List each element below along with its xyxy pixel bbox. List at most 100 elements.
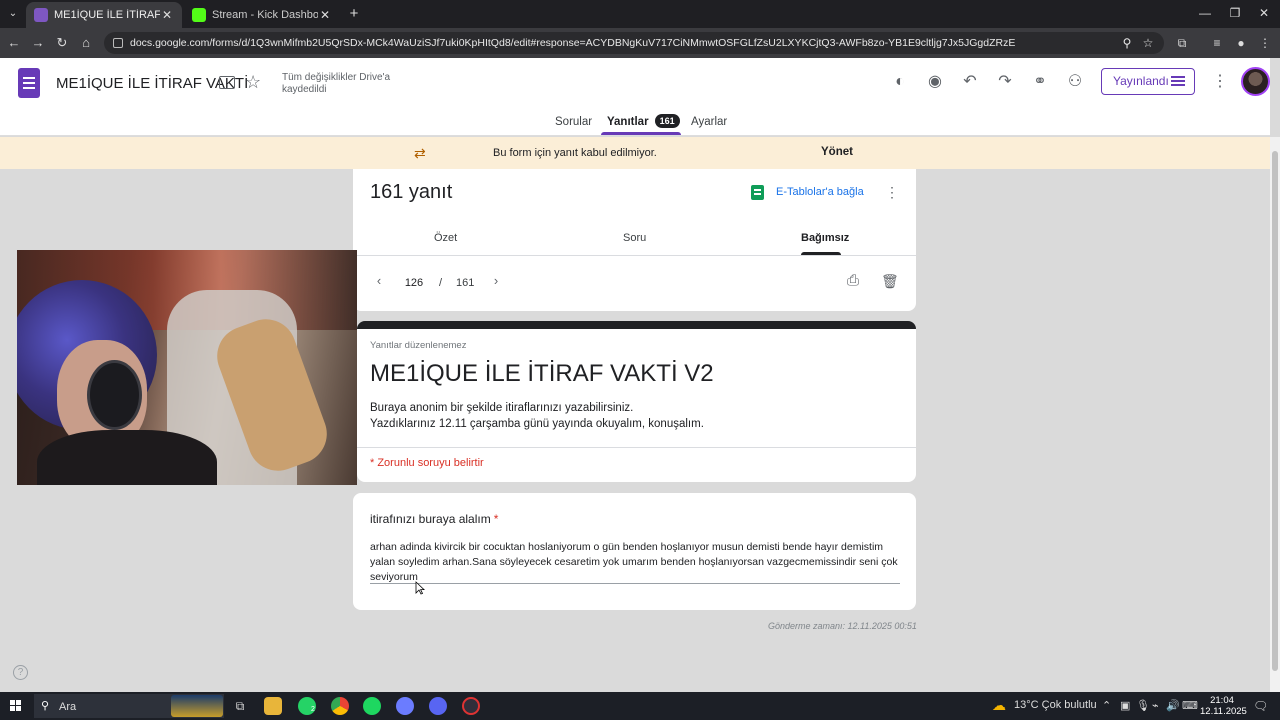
browser-tab-forms[interactable]: ME1İQUE İLE İTİRAF VAKTİ - Go ✕ <box>26 2 182 28</box>
star-icon[interactable]: ☆ <box>245 72 261 93</box>
streamer-body <box>37 430 217 485</box>
published-label: Yayınlandı <box>1113 74 1169 88</box>
published-button[interactable]: Yayınlandı <box>1101 68 1195 95</box>
responses-more-icon[interactable]: ⋮ <box>884 184 900 201</box>
keyboard-icon[interactable]: ⌨ <box>1182 699 1198 712</box>
question-card: itirafınızı buraya alalım * arhan adinda … <box>353 493 916 610</box>
minimize-icon[interactable]: — <box>1196 6 1214 20</box>
spotify-icon[interactable] <box>363 697 381 715</box>
weather-text[interactable]: 13°C Çok bulutlu <box>1014 699 1097 711</box>
more-options-icon[interactable]: ⋮ <box>1212 72 1228 92</box>
not-accepting-banner: ⇄ Bu form için yanıt kabul edilmiyor. Yö… <box>0 137 1270 169</box>
chrome-icon[interactable] <box>331 697 349 715</box>
webcam-overlay <box>17 250 357 485</box>
microphone-icon[interactable]: 🎙 <box>1136 699 1150 712</box>
file-explorer-icon[interactable] <box>264 697 282 715</box>
active-tab-indicator <box>601 132 681 135</box>
new-tab-icon[interactable]: + <box>346 6 362 22</box>
windows-taskbar: ⚲ Ara ⧉ 2 ☁ 13°C Çok bulutlu ⌃ ▣ 🎙 ⌁ 🔊 ⌨… <box>0 692 1280 720</box>
reload-icon[interactable]: ↻ <box>54 35 70 51</box>
obs-icon[interactable] <box>462 697 480 715</box>
close-tab-icon[interactable]: ✕ <box>318 8 332 22</box>
required-mark: * <box>493 512 499 526</box>
no-responses-icon: ⇄ <box>414 145 426 161</box>
volume-icon[interactable]: 🔊 <box>1166 699 1180 712</box>
redo-icon[interactable]: ↷ <box>995 72 1015 92</box>
link-to-sheets[interactable]: E-Tablolar'a bağla <box>776 186 864 198</box>
answer-underline <box>370 583 900 584</box>
divider <box>357 447 916 448</box>
browser-menu-icon[interactable]: ⋮ <box>1257 35 1273 51</box>
add-collaborator-icon[interactable]: ⚇ <box>1065 72 1085 92</box>
next-response-icon[interactable]: › <box>489 274 503 288</box>
maximize-icon[interactable]: ❐ <box>1226 6 1244 20</box>
back-icon[interactable]: ← <box>6 35 22 51</box>
profile-icon[interactable]: ● <box>1233 35 1249 51</box>
help-icon[interactable]: ? <box>13 665 28 680</box>
pager-separator: / <box>439 277 443 289</box>
google-forms-logo-icon[interactable] <box>18 68 40 98</box>
taskbar-search[interactable]: ⚲ Ara <box>34 694 224 718</box>
tray-app-icon[interactable]: ▣ <box>1120 699 1130 712</box>
windows-start-icon[interactable] <box>10 700 22 712</box>
url-text: docs.google.com/forms/d/1Q3wnMifmb2U5QrS… <box>130 37 1016 49</box>
tab-questions[interactable]: Sorular <box>555 114 592 136</box>
task-view-icon[interactable]: ⧉ <box>231 697 249 715</box>
form-heading: ME1İQUE İLE İTİRAF VAKTİ V2 <box>370 360 714 387</box>
network-icon[interactable]: ⌁ <box>1152 699 1159 712</box>
mouse-cursor-icon <box>415 581 425 595</box>
form-description: Buraya anonim bir şekilde itiraflarınızı… <box>370 402 704 430</box>
search-highlight-image <box>171 695 223 717</box>
site-info-icon[interactable] <box>113 38 123 48</box>
responses-count-badge: 161 <box>654 114 680 128</box>
required-note: * Zorunlu soruyu belirtir <box>370 457 484 469</box>
clock-time: 21:04 <box>1210 695 1234 706</box>
subtab-question[interactable]: Soru <box>623 232 646 244</box>
undo-icon[interactable]: ↶ <box>960 72 980 92</box>
tab-search-icon[interactable]: ⌄ <box>4 5 22 23</box>
home-icon[interactable]: ⌂ <box>78 35 94 51</box>
tab-title: Stream - Kick Dashboard <box>212 9 318 21</box>
media-icon[interactable]: ≡ <box>1209 35 1225 51</box>
whatsapp-badge: 2 <box>311 706 315 713</box>
print-icon[interactable]: ⎙ <box>845 273 861 289</box>
avatar[interactable] <box>1241 67 1270 96</box>
extensions-icon[interactable]: ⧉ <box>1174 35 1190 51</box>
page-scrollbar[interactable] <box>1270 137 1280 692</box>
palette-icon[interactable]: ◐ <box>890 72 910 92</box>
scrollbar-thumb[interactable] <box>1272 151 1278 671</box>
response-number-input[interactable]: 126 <box>396 273 432 293</box>
form-info-card: Yanıtlar düzenlenemez ME1İQUE İLE İTİRAF… <box>357 321 916 482</box>
forms-header: ME1İQUE İLE İTİRAF VAKTİ ☆ Tüm değişikli… <box>0 58 1270 136</box>
divider <box>353 255 916 256</box>
close-window-icon[interactable]: ✕ <box>1255 6 1273 20</box>
browser-tab-kick[interactable]: Stream - Kick Dashboard ✕ <box>184 2 340 28</box>
manage-link[interactable]: Yönet <box>821 146 853 158</box>
url-field[interactable]: docs.google.com/forms/d/1Q3wnMifmb2U5QrS… <box>104 32 1164 54</box>
preview-eye-icon[interactable]: ◉ <box>925 72 945 92</box>
discord-icon[interactable] <box>429 697 447 715</box>
bookmark-star-icon[interactable]: ☆ <box>1140 35 1156 51</box>
close-tab-icon[interactable]: ✕ <box>160 8 174 22</box>
clock-date: 12.11.2025 <box>1200 706 1247 717</box>
chevron-up-icon[interactable]: ⌃ <box>1102 699 1111 712</box>
address-bar: ← → ↻ ⌂ docs.google.com/forms/d/1Q3wnMif… <box>0 28 1280 58</box>
subtab-summary[interactable]: Özet <box>434 232 457 244</box>
weather-icon[interactable]: ☁ <box>992 697 1006 714</box>
sheets-icon[interactable] <box>751 185 764 200</box>
not-editable-note: Yanıtlar düzenlenemez <box>370 340 467 351</box>
zoom-icon[interactable]: ⚲ <box>1119 35 1135 51</box>
link-icon[interactable]: ⚭ <box>1030 72 1050 92</box>
forward-icon[interactable]: → <box>30 35 46 51</box>
search-label: Ara <box>59 701 77 713</box>
previous-response-icon[interactable]: ‹ <box>372 274 386 288</box>
app-icon[interactable] <box>396 697 414 715</box>
notifications-icon[interactable]: 🗨 <box>1253 699 1268 713</box>
tab-settings[interactable]: Ayarlar <box>691 114 727 136</box>
taskbar-clock[interactable]: 21:04 12.11.2025 <box>1200 695 1247 717</box>
subtab-individual[interactable]: Bağımsız <box>801 232 849 244</box>
search-icon: ⚲ <box>41 700 50 712</box>
question-title-text: itirafınızı buraya alalım <box>370 512 491 526</box>
folder-icon[interactable] <box>219 76 235 89</box>
delete-icon[interactable]: 🗑 <box>881 273 899 289</box>
